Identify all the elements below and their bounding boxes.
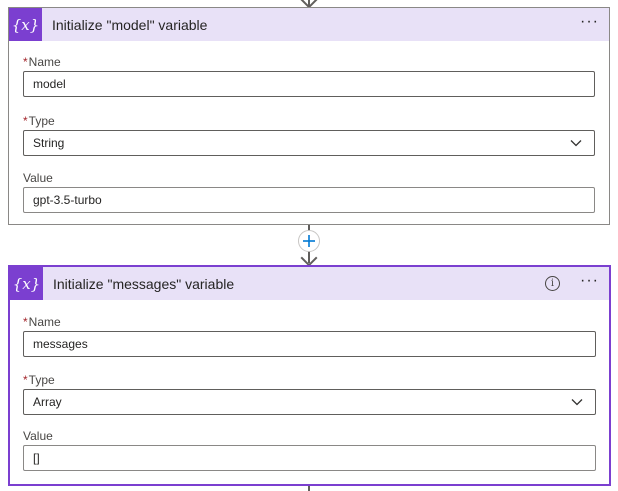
info-icon[interactable]: i	[545, 276, 561, 291]
name-field-label: *Name	[23, 315, 61, 329]
step-header[interactable]: {x} Initialize "model" variable ···	[9, 8, 609, 41]
step-title: Initialize "messages" variable	[53, 275, 235, 292]
chevron-down-icon	[571, 399, 583, 406]
step-header[interactable]: {x} Initialize "messages" variable i ···	[10, 267, 609, 300]
more-options-icon[interactable]: ···	[580, 13, 599, 33]
bottom-connector-line	[308, 486, 310, 491]
variable-icon: {x}	[10, 267, 43, 300]
value-input[interactable]: []	[23, 445, 596, 471]
name-input[interactable]: messages	[23, 331, 596, 357]
chevron-down-icon	[570, 140, 582, 147]
step-card-model[interactable]: {x} Initialize "model" variable ··· *Nam…	[8, 7, 610, 225]
variable-icon: {x}	[9, 8, 42, 41]
required-marker: *	[23, 114, 28, 128]
type-field-label: *Type	[23, 114, 55, 128]
value-field-label: Value	[23, 429, 53, 443]
type-select[interactable]: Array	[23, 389, 596, 415]
value-input[interactable]: gpt-3.5-turbo	[23, 187, 595, 213]
name-field-label: *Name	[23, 55, 61, 69]
required-marker: *	[23, 315, 28, 329]
plus-icon	[303, 235, 315, 247]
required-marker: *	[23, 373, 28, 387]
type-select-value: Array	[33, 395, 62, 409]
middle-connector-arrow-icon	[300, 249, 318, 267]
type-select[interactable]: String	[23, 130, 595, 156]
type-field-label: *Type	[23, 373, 55, 387]
type-select-value: String	[33, 136, 65, 150]
step-card-messages[interactable]: {x} Initialize "messages" variable i ···…	[8, 265, 611, 486]
value-field-label: Value	[23, 171, 53, 185]
required-marker: *	[23, 55, 28, 69]
name-input[interactable]: model	[23, 71, 595, 97]
more-options-icon[interactable]: ···	[580, 272, 599, 292]
step-title: Initialize "model" variable	[52, 16, 208, 33]
